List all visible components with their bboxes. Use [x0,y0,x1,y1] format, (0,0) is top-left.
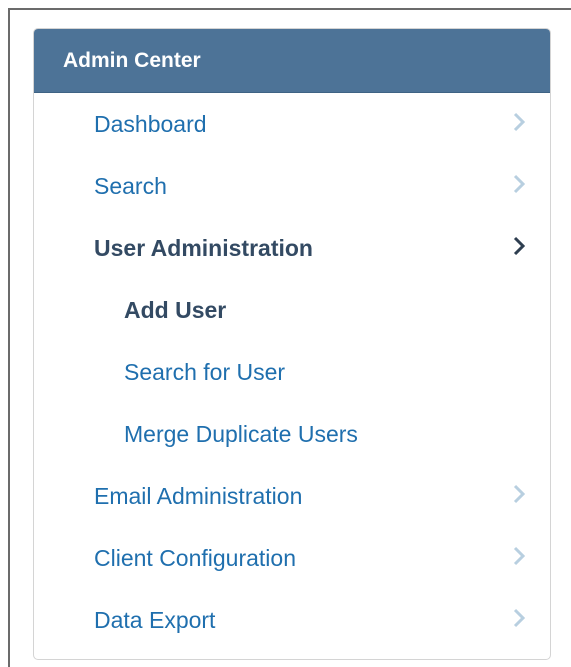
nav-subitem-search-for-user[interactable]: Search for User [34,341,550,403]
nav-item-label: Add User [124,297,227,323]
chevron-right-icon [513,93,527,155]
nav-item-label: Dashboard [94,111,207,137]
nav-item-label: Client Configuration [94,545,297,571]
nav-item-label: Search [94,173,167,199]
nav-item-label: Email Administration [94,483,303,509]
nav-item-user-administration[interactable]: User Administration [34,217,550,279]
nav-item-label: Data Export [94,607,216,633]
panel-title: Admin Center [34,29,550,93]
nav-item-label: User Administration [94,235,313,261]
admin-center-panel: Admin Center Dashboard Search User Admin… [33,28,551,660]
chevron-right-icon [513,589,527,651]
nav-item-client-configuration[interactable]: Client Configuration [34,527,550,589]
nav-subitem-add-user[interactable]: Add User [34,279,550,341]
admin-nav-list: Dashboard Search User Administration Add… [34,93,550,651]
nav-subitem-merge-duplicate-users[interactable]: Merge Duplicate Users [34,403,550,465]
chevron-right-icon [513,217,527,279]
nav-item-email-administration[interactable]: Email Administration [34,465,550,527]
nav-item-data-export[interactable]: Data Export [34,589,550,651]
chevron-right-icon [513,155,527,217]
nav-item-label: Merge Duplicate Users [124,421,358,447]
nav-item-dashboard[interactable]: Dashboard [34,93,550,155]
nav-item-search[interactable]: Search [34,155,550,217]
nav-item-label: Search for User [124,359,286,385]
chevron-right-icon [513,465,527,527]
chevron-right-icon [513,527,527,589]
